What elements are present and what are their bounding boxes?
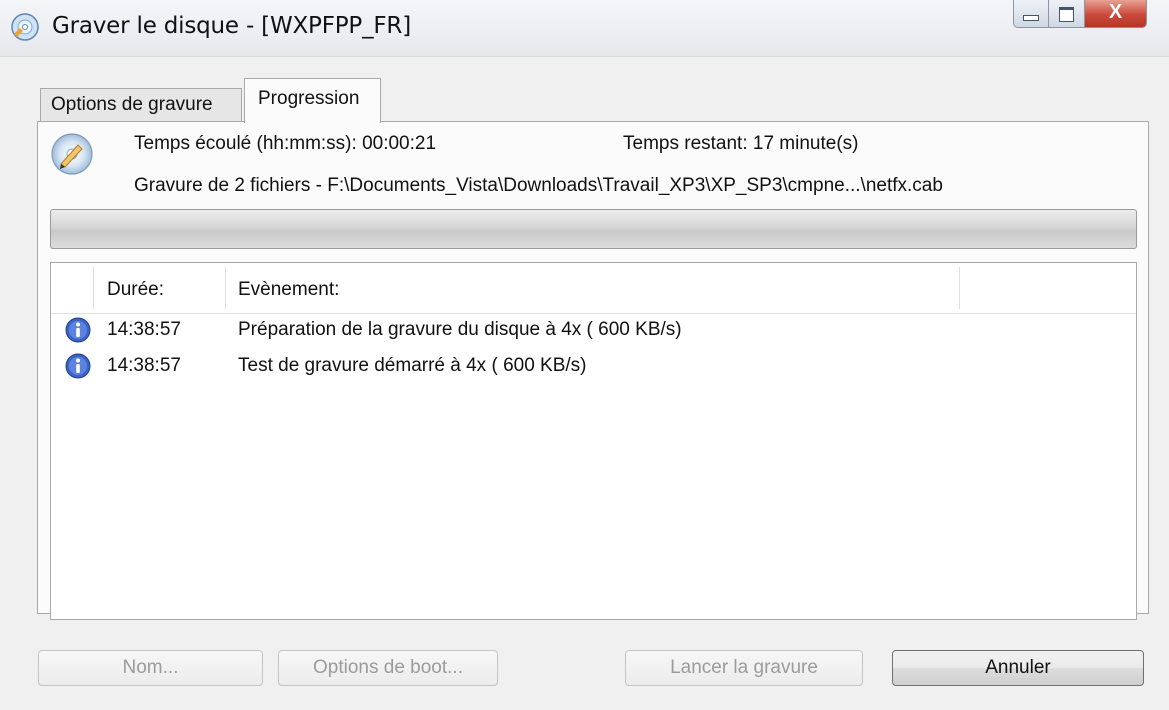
- list-header: Durée: Evènement:: [51, 263, 1136, 314]
- minimize-button[interactable]: [1013, 0, 1049, 28]
- start-burn-button[interactable]: Lancer la gravure: [625, 650, 863, 686]
- tab-progress[interactable]: Progression: [244, 78, 381, 123]
- info-icon: [65, 317, 91, 343]
- list-item[interactable]: 14:38:57 Test de gravure démarré à 4x ( …: [51, 352, 1136, 382]
- close-button[interactable]: X: [1085, 0, 1147, 28]
- info-icon: [65, 353, 91, 379]
- window-controls: X: [1013, 0, 1147, 34]
- elapsed-time: Temps écoulé (hh:mm:ss): 00:00:21: [134, 133, 437, 154]
- column-separator[interactable]: [959, 267, 960, 309]
- minimize-icon: [1023, 15, 1039, 21]
- column-header-duration[interactable]: Durée:: [107, 279, 164, 301]
- column-separator[interactable]: [93, 267, 94, 309]
- progress-bar: [50, 209, 1137, 249]
- title-bar: Graver le disque - [WXPFPP_FR] X: [0, 0, 1169, 57]
- list-item[interactable]: 14:38:57 Préparation de la gravure du di…: [51, 316, 1136, 346]
- disc-pen-icon: [51, 133, 93, 175]
- event-text: Préparation de la gravure du disque à 4x…: [238, 319, 682, 340]
- event-time: 14:38:57: [107, 355, 181, 376]
- column-separator[interactable]: [225, 267, 226, 309]
- tab-burn-options[interactable]: Options de gravure: [40, 88, 242, 121]
- disc-burn-icon: [11, 13, 39, 41]
- event-text: Test de gravure démarré à 4x ( 600 KB/s): [238, 355, 587, 376]
- event-time: 14:38:57: [107, 319, 181, 340]
- remaining-time: Temps restant: 17 minute(s): [623, 133, 859, 154]
- close-icon: X: [1108, 1, 1123, 23]
- column-header-event[interactable]: Evènement:: [238, 279, 339, 301]
- window-title: Graver le disque - [WXPFPP_FR]: [52, 13, 411, 39]
- maximize-icon: [1059, 7, 1074, 22]
- name-button[interactable]: Nom...: [38, 650, 263, 686]
- maximize-button[interactable]: [1049, 0, 1085, 28]
- burning-status: Gravure de 2 fichiers - F:\Documents_Vis…: [134, 175, 943, 196]
- cancel-button[interactable]: Annuler: [892, 650, 1144, 686]
- event-list[interactable]: Durée: Evènement: 14:38:57 Préparation d…: [50, 262, 1137, 620]
- boot-options-button[interactable]: Options de boot...: [278, 650, 498, 686]
